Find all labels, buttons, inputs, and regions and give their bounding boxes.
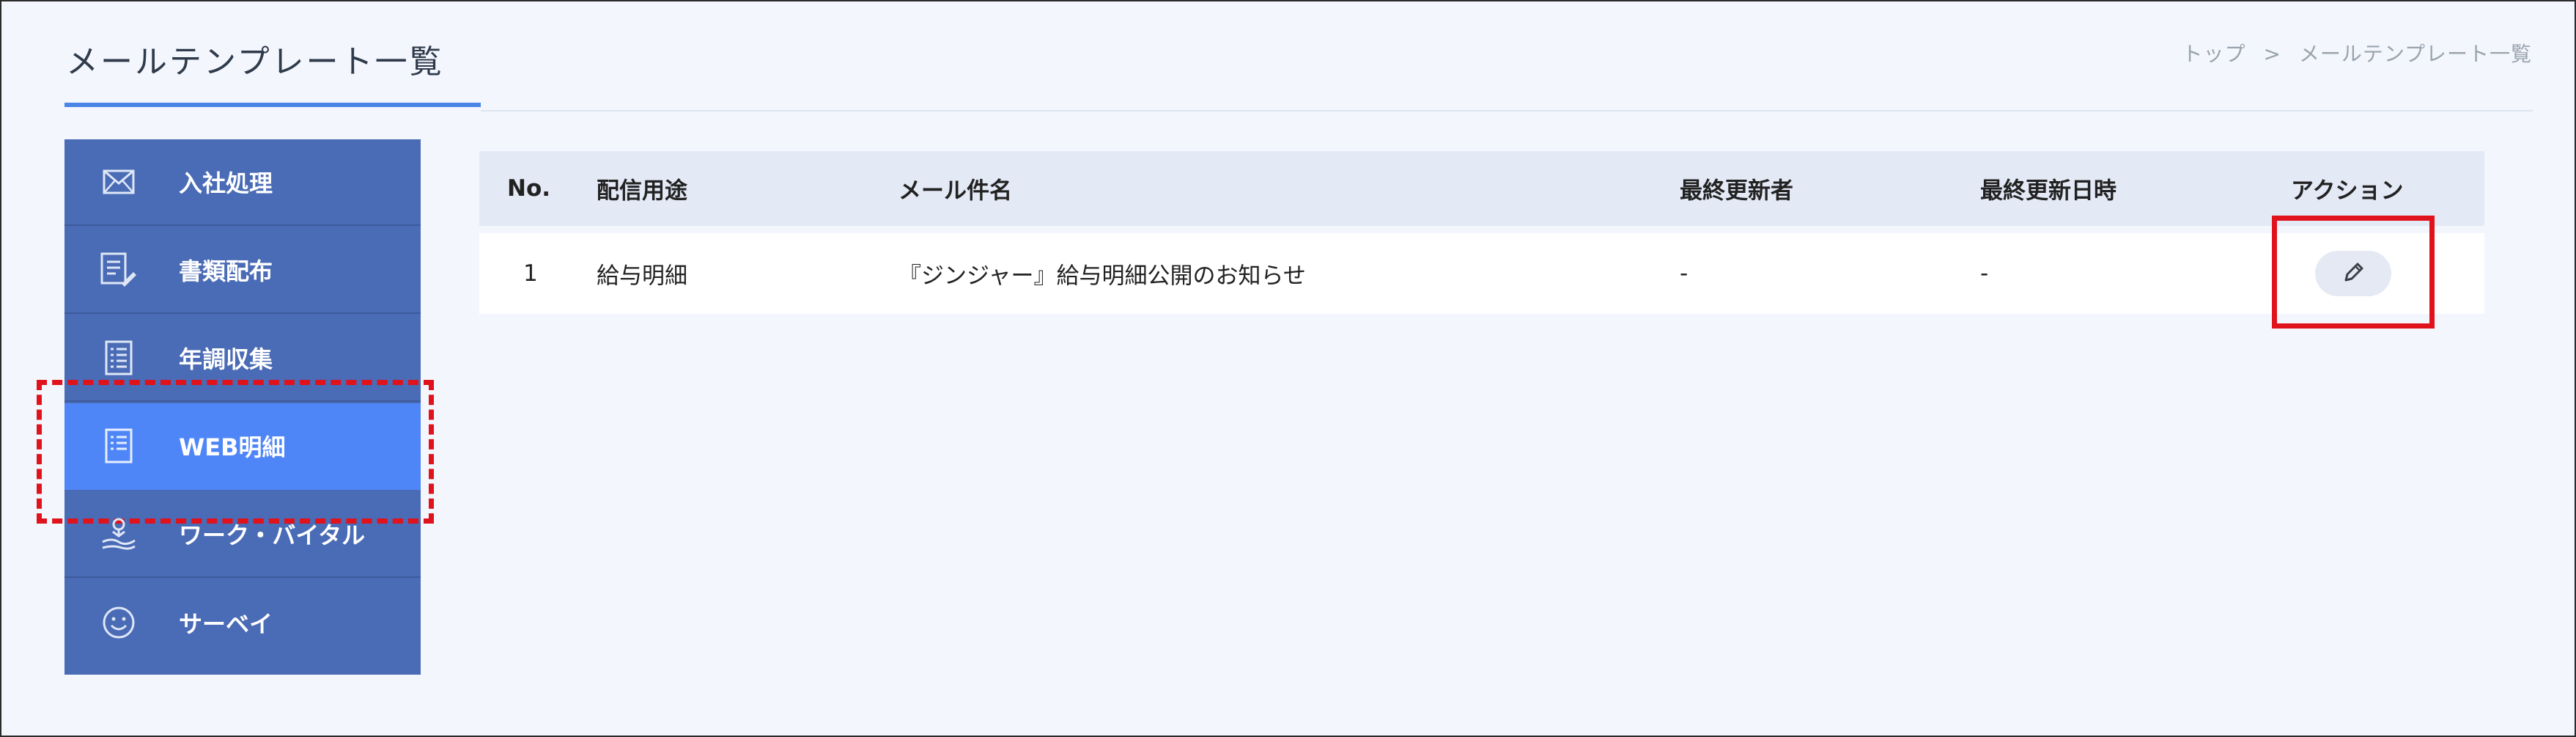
list-document-icon (98, 425, 139, 466)
hand-plant-icon (98, 513, 139, 554)
sidebar-item-work-vital[interactable]: ワーク・バイタル (64, 491, 421, 578)
page-frame: メールテンプレート一覧 トップ > メールテンプレート一覧 入社処理 書類配布 … (0, 0, 2576, 737)
sidebar-item-onboarding[interactable]: 入社処理 (64, 139, 421, 226)
header-divider (481, 110, 2533, 111)
sidebar-item-label: 年調収集 (179, 345, 273, 373)
sidebar-item-label: 書類配布 (179, 257, 273, 285)
breadcrumb-separator: > (2263, 42, 2281, 66)
column-header-updated-at: 最終更新日時 (1980, 177, 2116, 205)
breadcrumb: トップ > メールテンプレート一覧 (2182, 38, 2532, 67)
list-document-icon (98, 337, 139, 378)
smiley-icon (98, 602, 139, 643)
sidebar-item-document-distribution[interactable]: 書類配布 (64, 227, 421, 314)
column-header-subject: メール件名 (898, 177, 1012, 205)
sidebar-item-label: サーベイ (179, 610, 273, 638)
mail-template-table: No. 配信用途 メール件名 最終更新者 最終更新日時 アクション 1 給与明細… (479, 151, 2484, 314)
table-header: No. 配信用途 メール件名 最終更新者 最終更新日時 アクション (479, 151, 2484, 226)
column-header-action: アクション (2291, 177, 2404, 205)
document-pen-icon (98, 249, 139, 290)
column-header-usage: 配信用途 (597, 177, 687, 205)
sidebar-item-web-payslip[interactable]: WEB明細 (37, 380, 434, 524)
row-subject: 『ジンジャー』給与明細公開のお知らせ (898, 263, 1306, 290)
sidebar-item-label: ワーク・バイタル (179, 521, 366, 549)
breadcrumb-top-link[interactable]: トップ (2182, 38, 2246, 67)
annotation-highlight-box (2272, 216, 2435, 329)
sidebar-item-label: WEB明細 (179, 433, 286, 461)
column-header-updated-by: 最終更新者 (1680, 177, 1793, 205)
mail-icon (98, 161, 139, 202)
table-row: 1 給与明細 『ジンジャー』給与明細公開のお知らせ - - (479, 233, 2484, 314)
row-no: 1 (523, 260, 538, 287)
row-updated-at: - (1980, 260, 1989, 287)
breadcrumb-current: メールテンプレート一覧 (2298, 42, 2532, 66)
sidebar: 入社処理 書類配布 年調収集 WEB明細 ワーク・バイタル サーベイ (37, 139, 434, 675)
sidebar-item-survey[interactable]: サーベイ (64, 579, 421, 666)
row-usage: 給与明細 (597, 263, 687, 290)
column-header-no: No. (507, 175, 551, 202)
sidebar-item-label: 入社処理 (179, 169, 273, 197)
row-updated-by: - (1680, 260, 1689, 287)
title-underline (64, 103, 481, 107)
page-title: メールテンプレート一覧 (66, 43, 444, 81)
